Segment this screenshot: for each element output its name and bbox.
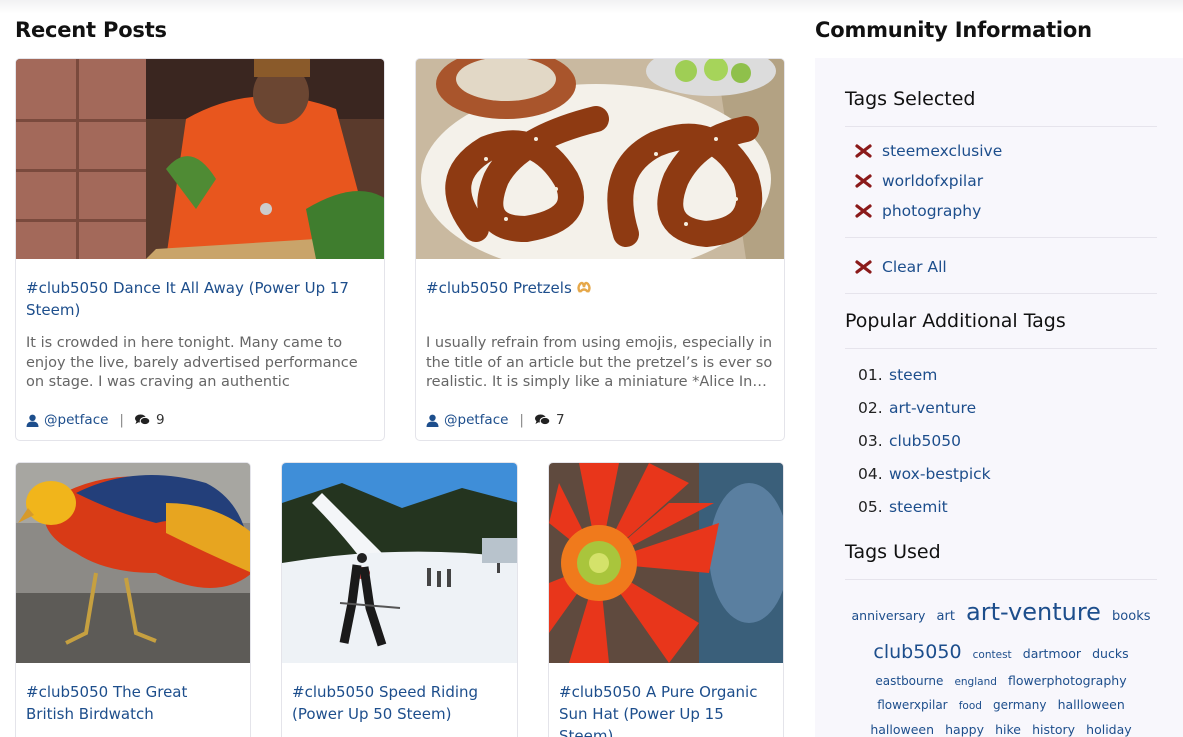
tag-cloud-link[interactable]: hike	[995, 720, 1021, 737]
tag-cloud-link[interactable]: food	[959, 696, 982, 716]
comments-icon	[534, 414, 550, 426]
post-title[interactable]: #club5050 Pretzels	[426, 277, 774, 299]
selected-tag-label[interactable]: photography	[882, 202, 981, 220]
post-card[interactable]: #club5050 A Pure Organic Sun Hat (Power …	[548, 462, 784, 737]
tag-cloud-link[interactable]: eastbourne	[875, 671, 943, 691]
tag-cloud-link[interactable]: art-venture	[966, 596, 1101, 628]
top-bar-shadow	[0, 0, 1183, 14]
post-author-link[interactable]: @petface	[444, 412, 508, 428]
divider	[845, 348, 1157, 349]
popular-tag-rank: 01.	[858, 366, 883, 384]
post-meta: @petface | 9	[26, 412, 165, 428]
tag-cloud-row: halloween happy hike history holiday	[845, 719, 1157, 737]
popular-tags-heading: Popular Additional Tags	[845, 310, 1066, 332]
tag-cloud-row: club5050 contest dartmoor ducks	[845, 638, 1157, 666]
tag-cloud-link[interactable]: ducks	[1092, 640, 1128, 668]
post-thumbnail-gerbera[interactable]	[549, 463, 783, 663]
post-title[interactable]: #club5050 Speed Riding (Power Up 50 Stee…	[292, 681, 507, 725]
popular-tag-rank: 05.	[858, 498, 883, 516]
popular-tag-item[interactable]: 01. steem	[858, 366, 937, 384]
post-title[interactable]: #club5050 A Pure Organic Sun Hat (Power …	[559, 681, 773, 737]
tag-cloud-row: eastbourne england flowerphotography	[845, 670, 1157, 690]
popular-tag-item[interactable]: 03. club5050	[858, 432, 961, 450]
comments-icon	[134, 414, 150, 426]
selected-tag-label[interactable]: worldofxpilar	[882, 172, 983, 190]
selected-tag-worldofxpilar[interactable]: worldofxpilar	[855, 172, 983, 190]
clear-all-button[interactable]: Clear All	[855, 258, 947, 276]
post-comment-count: 9	[155, 412, 165, 428]
tag-cloud-row: anniversary art art-venture books	[845, 596, 1157, 628]
selected-tag-label[interactable]: steemexclusive	[882, 142, 1002, 160]
post-thumbnail-pheasant[interactable]	[16, 463, 250, 663]
tag-cloud-link[interactable]: contest	[973, 641, 1012, 669]
popular-tag-rank: 02.	[858, 399, 883, 417]
tag-cloud-link[interactable]: hallloween	[1058, 695, 1125, 715]
post-excerpt: I usually refrain from using emojis, esp…	[426, 335, 773, 390]
popular-tag-rank: 03.	[858, 432, 883, 450]
post-title[interactable]: #club5050 Dance It All Away (Power Up 17…	[26, 277, 374, 321]
pretzel-emoji	[577, 281, 591, 293]
tag-cloud-link[interactable]: flowerphotography	[1008, 671, 1127, 691]
popular-tag-link[interactable]: club5050	[889, 432, 961, 450]
tag-cloud-link[interactable]: dartmoor	[1023, 640, 1081, 668]
tag-cloud-link[interactable]: books	[1112, 601, 1150, 633]
post-card[interactable]: #club5050 Dance It All Away (Power Up 17…	[15, 58, 385, 441]
popular-tag-link[interactable]: steemit	[889, 498, 948, 516]
tag-cloud-link[interactable]: happy	[945, 720, 984, 737]
tag-cloud-link[interactable]: holiday	[1086, 720, 1132, 737]
user-icon	[26, 414, 39, 427]
tag-cloud-row: flowerxpilar food germany hallloween	[845, 694, 1157, 714]
meta-separator: |	[119, 412, 124, 428]
popular-tag-link[interactable]: art-venture	[889, 399, 976, 417]
post-title-text[interactable]: #club5050 Pretzels	[426, 279, 572, 297]
tag-cloud-link[interactable]: england	[954, 672, 996, 692]
post-thumbnail-dancer[interactable]	[16, 59, 384, 259]
divider	[845, 579, 1157, 580]
tag-cloud-link[interactable]: anniversary	[852, 600, 926, 632]
popular-tag-link[interactable]: steem	[889, 366, 937, 384]
tag-cloud-link[interactable]: germany	[993, 695, 1046, 715]
meta-separator: |	[519, 412, 524, 428]
tag-cloud-link[interactable]: club5050	[873, 638, 961, 666]
post-excerpt: It is crowded in here tonight. Many came…	[26, 335, 358, 390]
selected-tag-photography[interactable]: photography	[855, 202, 981, 220]
popular-tag-item[interactable]: 02. art-venture	[858, 399, 976, 417]
remove-x-icon[interactable]	[855, 174, 872, 188]
post-title[interactable]: #club5050 The Great British Birdwatch	[26, 681, 240, 725]
tags-used-heading: Tags Used	[845, 541, 941, 563]
popular-tag-item[interactable]: 04. wox-bestpick	[858, 465, 991, 483]
divider	[845, 126, 1157, 127]
post-card[interactable]: #club5050 Speed Riding (Power Up 50 Stee…	[281, 462, 518, 737]
popular-tag-rank: 04.	[858, 465, 883, 483]
popular-tag-link[interactable]: wox-bestpick	[889, 465, 991, 483]
divider	[845, 293, 1157, 294]
tag-cloud-link[interactable]: history	[1032, 720, 1075, 737]
tag-cloud-link[interactable]: halloween	[870, 720, 934, 737]
post-card[interactable]: #club5050 Pretzels I usually refrain fro…	[415, 58, 785, 441]
post-thumbnail-skier[interactable]	[282, 463, 517, 663]
tag-cloud-link[interactable]: flowerxpilar	[877, 695, 947, 715]
post-meta: @petface | 7	[426, 412, 565, 428]
divider	[845, 237, 1157, 238]
post-card[interactable]: #club5050 The Great British Birdwatch	[15, 462, 251, 737]
remove-x-icon[interactable]	[855, 260, 872, 274]
popular-tag-item[interactable]: 05. steemit	[858, 498, 948, 516]
selected-tag-steemexclusive[interactable]: steemexclusive	[855, 142, 1002, 160]
tags-selected-heading: Tags Selected	[845, 88, 976, 110]
community-sidebar: Tags Selected steemexclusive worldofxpil…	[815, 58, 1183, 737]
community-info-heading: Community Information	[815, 18, 1092, 42]
clear-all-label[interactable]: Clear All	[882, 258, 947, 276]
remove-x-icon[interactable]	[855, 204, 872, 218]
remove-x-icon[interactable]	[855, 144, 872, 158]
post-thumbnail-pretzels[interactable]	[416, 59, 784, 259]
post-comment-count: 7	[555, 412, 565, 428]
recent-posts-heading: Recent Posts	[15, 18, 167, 42]
post-author-link[interactable]: @petface	[44, 412, 108, 428]
tag-cloud-link[interactable]: art	[937, 601, 955, 633]
user-icon	[426, 414, 439, 427]
